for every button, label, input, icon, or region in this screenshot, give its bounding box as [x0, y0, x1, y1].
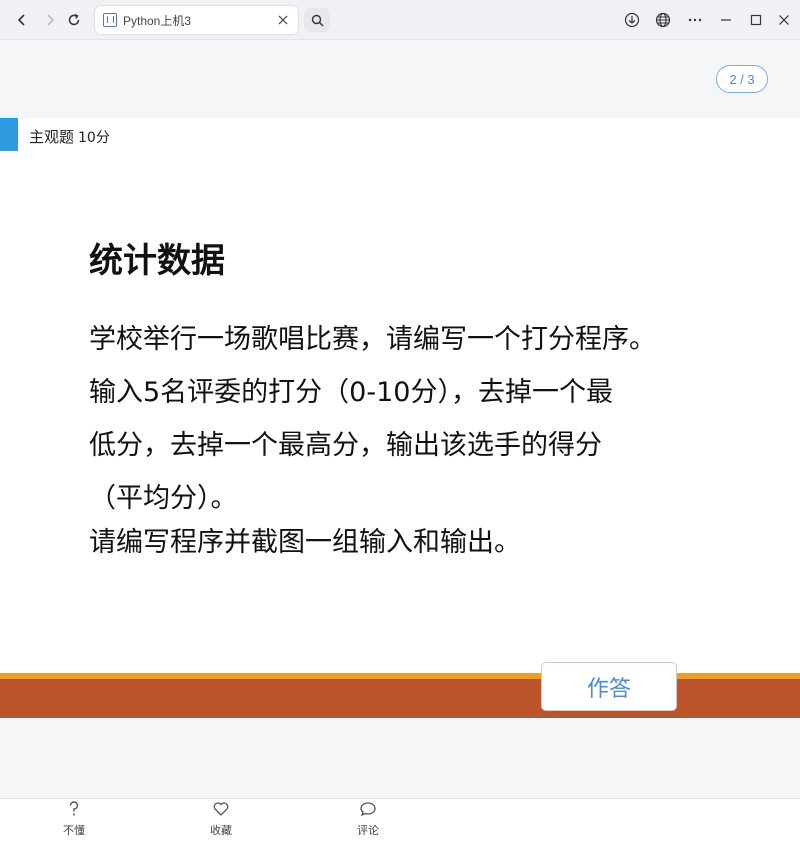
- header-area: [0, 40, 800, 118]
- globe-icon: [655, 12, 671, 28]
- bottom-nav-item-comment[interactable]: 评论: [338, 800, 398, 844]
- maximize-icon: [750, 14, 762, 26]
- question-body-line: 学校举行一场歌唱比赛，请编写一个打分程序。: [89, 324, 656, 355]
- question-type: 主观题 10分: [29, 126, 110, 147]
- minimize-button[interactable]: [714, 8, 738, 32]
- tab-title: Python上机3: [123, 13, 192, 28]
- question-type-marker: [0, 118, 18, 151]
- close-icon: [278, 15, 288, 25]
- close-icon: [779, 15, 789, 25]
- tab-search-button[interactable]: [304, 8, 330, 32]
- chevron-right-icon: [47, 14, 55, 26]
- bottom-nav-label: 收藏: [210, 824, 232, 837]
- maximize-button[interactable]: [744, 8, 768, 32]
- download-icon: [624, 12, 640, 28]
- decorative-band: [0, 679, 800, 718]
- browser-titlebar: Python上机3: [0, 0, 800, 40]
- tab-close-button[interactable]: [274, 11, 292, 29]
- bottom-nav-label: 评论: [357, 824, 379, 837]
- page-icon: [103, 13, 117, 27]
- bottom-nav-label: 不懂: [63, 824, 85, 837]
- question-subtext: 请编写程序并截图一组输入和输出。: [89, 527, 521, 558]
- page-indicator[interactable]: 2 / 3: [716, 65, 768, 93]
- question-score: 10分: [78, 130, 110, 146]
- more-button[interactable]: [683, 8, 707, 32]
- more-icon: [688, 18, 702, 22]
- refresh-button[interactable]: [62, 8, 86, 32]
- question-title: 统计数据: [89, 241, 225, 281]
- question-type-label: 主观题: [29, 128, 75, 146]
- question-icon: [66, 800, 82, 822]
- chevron-left-icon: [17, 14, 25, 26]
- globe-button[interactable]: [651, 8, 675, 32]
- close-window-button[interactable]: [772, 8, 796, 32]
- refresh-icon: [68, 13, 80, 26]
- bottom-nav: [0, 798, 800, 844]
- question-body: 学校举行一场歌唱比赛，请编写一个打分程序。 输入5名评委的打分（0-10分），去…: [89, 313, 709, 525]
- search-icon: [311, 14, 323, 26]
- question-body-line: 输入5名评委的打分（0-10分），去掉一个最: [89, 377, 613, 408]
- bottom-nav-item-dont-understand[interactable]: 不懂: [44, 800, 104, 844]
- comment-icon: [359, 800, 377, 822]
- download-button[interactable]: [620, 8, 644, 32]
- question-body-line: 低分，去掉一个最高分，输出该选手的得分: [89, 430, 602, 461]
- minimize-icon: [721, 19, 731, 21]
- answer-button[interactable]: 作答: [541, 662, 677, 711]
- forward-button[interactable]: [38, 8, 62, 32]
- lower-area: [0, 718, 800, 798]
- bottom-nav-item-favorite[interactable]: 收藏: [191, 800, 251, 844]
- question-body-line: （平均分）。: [89, 483, 238, 514]
- heart-icon: [212, 800, 230, 822]
- browser-tab[interactable]: Python上机3: [95, 6, 298, 34]
- back-button[interactable]: [10, 8, 34, 32]
